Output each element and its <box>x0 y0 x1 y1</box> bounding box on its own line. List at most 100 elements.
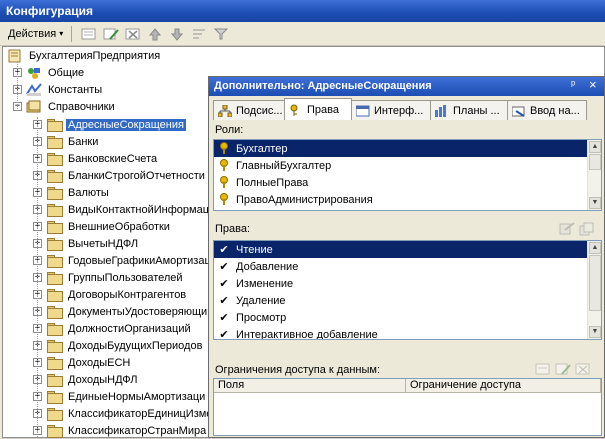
role-item[interactable]: ПолныеПрава <box>214 174 587 191</box>
tree-item[interactable]: + ДоходыЕСН <box>33 354 132 371</box>
checkmark-icon[interactable]: ✔ <box>218 294 230 307</box>
tree-item-label: ДоходыЕСН <box>68 356 131 369</box>
filter-icon <box>214 28 229 39</box>
edit-icon <box>103 28 119 40</box>
sort-button[interactable] <box>188 24 210 44</box>
restrictions-table[interactable]: Поля Ограничение доступа <box>213 378 602 436</box>
scroll-thumb[interactable] <box>589 154 601 170</box>
delete-restriction-icon[interactable] <box>575 362 591 376</box>
folder-icon <box>46 237 63 251</box>
tree-item[interactable]: + ДокументыУдостоверяющи <box>33 303 209 320</box>
configuration-icon <box>8 49 21 62</box>
checkmark-icon[interactable]: ✔ <box>218 277 230 290</box>
tree-node-1[interactable]: + Общие <box>13 64 86 81</box>
sort-icon <box>193 29 206 38</box>
tree-item[interactable]: + БанковскиеСчета <box>33 150 159 167</box>
tree-item[interactable]: + Банки <box>33 133 100 150</box>
restrictions-table-header: Поля Ограничение доступа <box>214 379 601 393</box>
tree-item[interactable]: + ДоходыНДФЛ <box>33 371 140 388</box>
interface-icon <box>356 105 370 116</box>
folder-icon <box>46 390 63 404</box>
roles-scrollbar[interactable]: ▲ ▼ <box>587 140 601 210</box>
folder-icon <box>46 322 63 336</box>
folder-icon <box>46 135 63 149</box>
additional-panel: Дополнительно: АдресныеСокращения ᵖ × По… <box>208 76 605 438</box>
role-item[interactable]: ПравоАдминистрирования <box>214 191 587 208</box>
tree-item[interactable]: + ЕдиныеНормыАмортизаци <box>33 388 207 405</box>
filter-button[interactable] <box>210 24 232 44</box>
rights-scrollbar[interactable]: ▲ ▼ <box>587 241 601 339</box>
right-item[interactable]: ✔ Чтение <box>214 241 587 258</box>
tree-item[interactable]: + ВнешниеОбработки <box>33 218 172 235</box>
scroll-down-arrow[interactable]: ▼ <box>589 197 601 209</box>
tree-item[interactable]: + АдресныеСокращения <box>33 116 186 133</box>
scroll-up-arrow[interactable]: ▲ <box>589 141 601 153</box>
right-label: Интерактивное добавление <box>236 328 378 340</box>
tree-item[interactable]: + ВычетыНДФЛ <box>33 235 140 252</box>
tab-label: Права <box>307 103 339 116</box>
right-item[interactable]: ✔ Удаление <box>214 292 587 309</box>
folder-icon <box>46 407 63 421</box>
right-item[interactable]: ✔ Просмотр <box>214 309 587 326</box>
roles-list[interactable]: ПравоАдминистрирования ПолныеПрава Главный… <box>213 139 602 211</box>
rights-label: Права: <box>215 223 251 235</box>
scroll-thumb[interactable] <box>589 255 601 311</box>
checkmark-icon[interactable]: ✔ <box>218 243 230 256</box>
copy-rights-icon[interactable] <box>579 222 595 236</box>
checkmark-icon[interactable]: ✔ <box>218 311 230 324</box>
tree-item-label: Валюты <box>68 186 109 199</box>
edit-restriction-icon[interactable] <box>555 362 571 376</box>
tab-rights[interactable]: Права <box>284 98 352 120</box>
move-up-button[interactable] <box>144 24 166 44</box>
column-access-restriction[interactable]: Ограничение доступа <box>406 379 601 393</box>
tree-item-label: ДоговорыКонтрагентов <box>68 288 187 301</box>
tree-item[interactable]: + ГруппыПользователей <box>33 269 185 286</box>
rights-icon <box>290 104 298 116</box>
tree-item[interactable]: + КлассификаторСтранМира <box>33 422 208 439</box>
rights-list[interactable]: ✔ Интерактивное добавление ✔ Просмотр ✔ Удале… <box>213 240 602 340</box>
set-rights-icon[interactable] <box>559 222 575 236</box>
pin-icon[interactable]: ᵖ <box>571 79 575 91</box>
tree-item[interactable]: + ГодовыеГрафикиАмортизац <box>33 252 213 269</box>
tree-item[interactable]: + ВидыКонтактнойИнформаци <box>33 201 217 218</box>
tree-node-3[interactable]: − Справочники <box>13 98 117 115</box>
tree-item-label: Константы <box>48 83 103 96</box>
chevron-down-icon: ▾ <box>59 29 64 38</box>
actions-menu[interactable]: Действия ▾ <box>4 26 67 42</box>
tree-node-2[interactable]: + Константы <box>13 81 104 98</box>
move-down-button[interactable] <box>166 24 188 44</box>
close-icon[interactable]: × <box>589 77 597 92</box>
right-item[interactable]: ✔ Добавление <box>214 258 587 275</box>
tab-plans[interactable]: Планы ... <box>430 100 508 120</box>
tree-root[interactable]: БухгалтерияПредприятия <box>7 47 162 64</box>
add-restriction-icon[interactable] <box>535 362 551 376</box>
tab-interfaces[interactable]: Интерф... <box>351 100 431 120</box>
tree-item[interactable]: + КлассификаторЕдиницИзме <box>33 405 214 422</box>
scroll-down-arrow[interactable]: ▼ <box>589 326 601 338</box>
add-button[interactable] <box>78 24 100 44</box>
tree-item[interactable]: + ДолжностиОрганизаций <box>33 320 193 337</box>
tree-item[interactable]: + БланкиСтрогойОтчетности <box>33 167 207 184</box>
right-item[interactable]: ✔ Изменение <box>214 275 587 292</box>
role-item[interactable]: Бухгалтер <box>214 140 587 157</box>
tree-item-label: ДокументыУдостоверяющи <box>68 305 208 318</box>
restrictions-toolbar <box>535 362 591 376</box>
input-icon <box>512 106 525 117</box>
tree-item-label: ДолжностиОрганизаций <box>68 322 191 335</box>
delete-button[interactable] <box>122 24 144 44</box>
edit-button[interactable] <box>100 24 122 44</box>
checkmark-icon[interactable]: ✔ <box>218 328 230 339</box>
tab-input-by-string[interactable]: Ввод на... <box>507 100 587 120</box>
right-item[interactable]: ✔ Интерактивное добавление <box>214 326 587 340</box>
tree-item[interactable]: + ДоходыБудущихПериодов <box>33 337 204 354</box>
checkmark-icon[interactable]: ✔ <box>218 260 230 273</box>
add-icon <box>81 28 96 39</box>
tab-label: Подсис... <box>236 104 283 117</box>
tab-subsystems[interactable]: Подсис... <box>213 100 285 120</box>
column-fields[interactable]: Поля <box>214 379 406 393</box>
scroll-up-arrow[interactable]: ▲ <box>589 242 601 254</box>
role-item[interactable]: ГлавныйБухгалтер <box>214 157 587 174</box>
tree-item[interactable]: + ДоговорыКонтрагентов <box>33 286 188 303</box>
tree-item[interactable]: + Валюты <box>33 184 111 201</box>
delete-icon <box>125 28 140 39</box>
